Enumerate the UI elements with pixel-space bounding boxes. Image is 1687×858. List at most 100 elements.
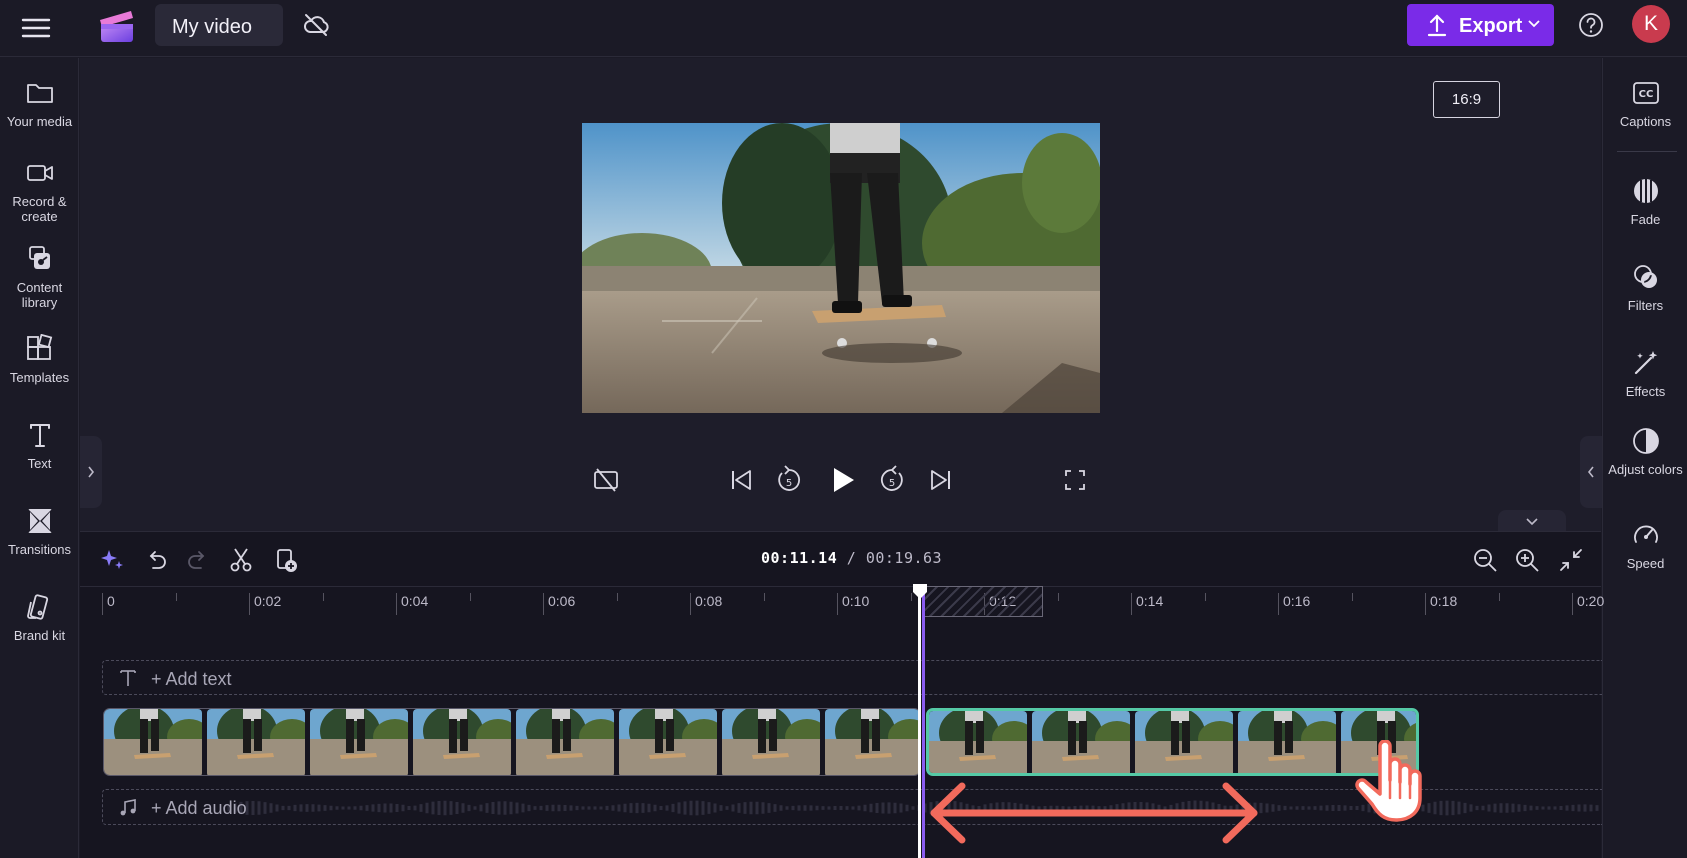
ruler-tick-minor [763,593,765,601]
sidebar-item-effects[interactable]: Effects [1603,348,1687,399]
aspect-ratio-button[interactable]: 16:9 [1433,81,1500,118]
music-note-icon [119,798,137,818]
sidebar-item-adjust-colors[interactable]: Adjust colors [1603,426,1687,477]
user-avatar[interactable]: K [1632,5,1670,43]
forward-5-icon[interactable]: 5 [876,464,908,496]
clip-thumbnail [1032,711,1130,773]
timecode: 00:11.14 / 00:19.63 [761,549,942,567]
duplicate-icon[interactable] [272,546,300,574]
ruler-tick-minor [322,593,324,601]
video-preview[interactable] [582,123,1100,413]
upload-icon [1427,13,1447,37]
content-library-icon [25,244,55,274]
sidebar-item-filters[interactable]: Filters [1603,262,1687,313]
fade-icon [1631,176,1661,206]
camera-icon [25,158,55,188]
sidebar-item-captions[interactable]: CC Captions [1603,78,1687,129]
zoom-out-icon[interactable] [1471,546,1499,574]
clip-thumbnail [207,709,305,775]
add-text-track[interactable]: + Add text [102,660,1602,695]
chevron-down-icon [1528,20,1540,28]
effects-icon [1631,348,1661,378]
redo-icon[interactable] [184,546,212,574]
clip-thumbnail [516,709,614,775]
ruler-tick-label: 0:20 [1572,593,1604,615]
sidebar-item-label: Filters [1627,298,1664,313]
play-icon[interactable] [826,464,858,496]
ruler-tick-label: 0:10 [837,593,869,615]
ruler-tick-label: 0:16 [1278,593,1310,615]
skip-to-end-icon[interactable] [925,464,957,496]
sidebar-item-speed[interactable]: Speed [1603,520,1687,571]
ruler-tick-label: 0:02 [249,593,281,615]
selection-range-hatch [923,586,1043,617]
hide-preview-icon[interactable] [590,464,622,496]
cloud-off-icon[interactable] [302,12,330,38]
skip-to-start-icon[interactable] [725,464,757,496]
ruler-tick-label: 0:08 [690,593,722,615]
undo-icon[interactable] [142,546,170,574]
ruler-tick-label: 0:06 [543,593,575,615]
export-label: Export [1459,15,1523,37]
svg-text:5: 5 [786,478,792,489]
sidebar-item-your-media[interactable]: Your media [0,78,79,129]
total-time: 00:19.63 [865,549,943,567]
ruler-divider [80,586,1601,587]
sidebar-item-text[interactable]: Text [0,420,79,471]
video-clip-1[interactable] [103,708,921,776]
ruler-tick-minor [1057,593,1059,601]
svg-text:5: 5 [889,478,895,489]
brand-kit-icon [25,592,55,622]
clip-thumbnail [619,709,717,775]
fit-timeline-icon[interactable] [1557,546,1585,574]
clip-thumbnail [1135,711,1233,773]
video-clip-2-selected[interactable] [926,708,1419,776]
sidebar-item-label: Captions [1619,114,1672,129]
captions-icon: CC [1631,78,1661,108]
skateboarder-frame-image [582,123,1100,413]
project-title[interactable]: My video [155,4,283,46]
time-separator: / [837,549,866,567]
ruler-tick-minor [175,593,177,601]
sidebar-item-label: Fade [1630,212,1661,227]
sidebar-item-templates[interactable]: Templates [0,334,79,385]
ai-sparkle-icon[interactable] [98,546,126,574]
sidebar-item-label: Adjust colors [1608,462,1683,477]
ruler-tick-minor [616,593,618,601]
drag-direction-arrow-icon [924,778,1264,848]
expand-right-panel-button[interactable] [1580,436,1602,508]
ruler-tick-minor [1351,593,1353,601]
sidebar-item-content-library[interactable]: Content library [0,244,79,310]
clip-thumbnail [722,709,820,775]
ruler-tick-label: 0 [102,593,115,615]
ruler-tick-label: 0:14 [1131,593,1163,615]
collapse-timeline-button[interactable] [1498,510,1566,532]
menu-icon[interactable] [20,13,52,43]
clip-thumbnail [929,711,1027,773]
sidebar-item-label: Transitions [7,542,72,557]
text-icon [119,668,137,688]
zoom-in-icon[interactable] [1513,546,1541,574]
rewind-5-icon[interactable]: 5 [773,464,805,496]
export-button[interactable]: Export [1407,4,1554,46]
sidebar-item-record-create[interactable]: Record & create [0,158,79,224]
sidebar-item-label: Speed [1626,556,1665,571]
chevron-right-icon [88,466,95,478]
sidebar-item-label: Brand kit [13,628,66,643]
templates-icon [25,334,55,364]
fullscreen-icon[interactable] [1059,464,1091,496]
ruler-tick-minor [469,593,471,601]
chevron-left-icon [1587,466,1594,478]
adjust-colors-icon [1631,426,1661,456]
clip-thumbnail [825,709,920,775]
expand-left-panel-button[interactable] [80,436,102,508]
sidebar-item-fade[interactable]: Fade [1603,176,1687,227]
help-icon[interactable] [1577,11,1605,39]
playhead[interactable] [918,586,921,858]
speed-icon [1631,520,1661,550]
split-scissors-icon[interactable] [227,546,255,574]
sidebar-item-brand-kit[interactable]: Brand kit [0,592,79,643]
folder-icon [25,78,55,108]
playhead-handle[interactable] [910,583,930,601]
sidebar-item-transitions[interactable]: Transitions [0,506,79,557]
